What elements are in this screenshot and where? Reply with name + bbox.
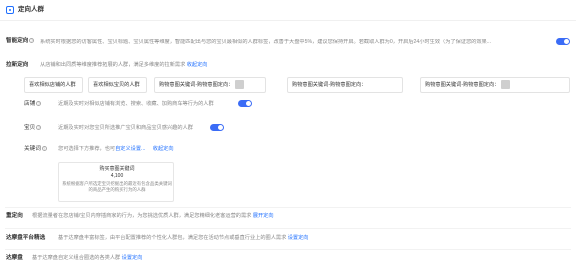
keyword-desc: 您可选择下方推荐，也可自定义设置... 收起定向 bbox=[58, 146, 174, 153]
platform-set-link[interactable]: 设置定向 bbox=[288, 235, 309, 241]
help-icon[interactable]: ? bbox=[41, 146, 47, 152]
retarget-row: 重定向 bbox=[6, 213, 23, 220]
targeting-panel: 定向人群 智能定向? 系统实时根据您的访客属性、宝贝标题、宝贝属性等维度，智能匹… bbox=[0, 0, 576, 267]
chip-intent-2[interactable]: 购物意图关键词-购物意图定向： bbox=[287, 77, 403, 93]
retarget-desc-text: 根据流量者在您店铺/宝贝内穿插商家的行为，为您挑选优质人群，满足您精细化老客运营… bbox=[32, 213, 252, 219]
help-icon[interactable]: ? bbox=[29, 38, 35, 44]
card-title: 购买意图关键词 bbox=[99, 166, 135, 172]
keyword-desc-text: 您可选择下方推荐，也可 bbox=[58, 146, 116, 152]
keyword-targeting-label: 拉新定向 bbox=[6, 62, 29, 68]
target-icon bbox=[6, 6, 14, 14]
keyword-targeting-desc: 从店铺和出同质等维度推荐拓展的人群，满足多维度的拉新需求 收起定向 bbox=[40, 62, 207, 69]
smart-desc: 系统实时根据您的访客属性、宝贝标题、宝贝属性等维度，智能匹配出与您的宝贝最相似的… bbox=[40, 39, 492, 45]
smart-row: 智能定向? bbox=[6, 38, 35, 45]
intent-keyword-card[interactable]: 购买意图关键词 4,100 系统根据客户所选定宝贝挖掘出的最近有包含品类关键词 … bbox=[58, 162, 174, 202]
platform-desc-text: 基于达摩盘丰富标签，由平台配置推荐的个性化人群包，满足您在活动节点或垂直行业上的… bbox=[58, 235, 287, 241]
shop-toggle[interactable] bbox=[238, 100, 252, 107]
custom-settings-link[interactable]: 自定义设置... bbox=[115, 146, 145, 152]
redacted-icon bbox=[235, 80, 245, 90]
shop-desc: 近期及实时对相似店铺有浏览、搜索、收藏、加购商车等行为的人群 bbox=[58, 101, 214, 107]
expand-retarget-link[interactable]: 展开定向 bbox=[253, 213, 274, 219]
redacted-icon bbox=[501, 80, 511, 90]
chip-intent-1[interactable]: 购物意图关键词-购物意图定向： bbox=[154, 77, 266, 93]
chip-intent-3[interactable]: 购物意图关键词-购物意图定向： bbox=[420, 77, 570, 93]
chip-label: 购物意图关键词-购物意图定向： bbox=[159, 82, 234, 88]
item-desc: 近期及实时对您宝贝所选推广宝贝和商品宝贝感兴趣的人群 bbox=[58, 125, 193, 131]
shop-row: 店铺? bbox=[24, 101, 42, 108]
section-divider bbox=[5, 249, 571, 250]
platform-desc: 基于达摩盘丰富标签，由平台配置推荐的个性化人群包，满足您在活动节点或垂直行业上的… bbox=[58, 235, 308, 242]
dmp-label: 达摩盘 bbox=[6, 255, 23, 261]
card-value: 4,100 bbox=[110, 173, 124, 179]
page-title: 定向人群 bbox=[18, 6, 44, 13]
keyword-label: 关键词 bbox=[24, 146, 41, 152]
section-divider bbox=[5, 207, 571, 208]
chip-similar-item[interactable]: 喜欢相似宝贝的人群 bbox=[88, 77, 147, 93]
retarget-desc: 根据流量者在您店铺/宝贝内穿插商家的行为，为您挑选优质人群，满足您精细化老客运营… bbox=[32, 213, 274, 220]
section-divider bbox=[5, 228, 571, 229]
shop-label: 店铺 bbox=[24, 101, 36, 107]
dmp-desc: 基于达摩盘自定义组合圈选的各类人群 设置定向 bbox=[32, 255, 142, 262]
chip-label: 喜欢相似店铺的人群 bbox=[29, 82, 76, 88]
chip-label: 购物意图关键词-购物意图定向： bbox=[292, 82, 367, 88]
help-icon[interactable]: ? bbox=[36, 101, 42, 107]
platform-row: 达摩盘平台精选 bbox=[6, 235, 45, 242]
item-toggle[interactable] bbox=[210, 124, 224, 131]
chip-similar-shop[interactable]: 喜欢相似店铺的人群 bbox=[24, 77, 83, 93]
help-icon[interactable]: ? bbox=[36, 125, 42, 131]
platform-label: 达摩盘平台精选 bbox=[6, 235, 46, 241]
chip-label: 喜欢相似宝贝的人群 bbox=[93, 82, 140, 88]
dmp-set-link[interactable]: 设置定向 bbox=[122, 255, 143, 261]
retarget-label: 重定向 bbox=[6, 213, 23, 219]
header-divider bbox=[0, 20, 576, 21]
item-label: 宝贝 bbox=[24, 125, 36, 131]
smart-toggle[interactable] bbox=[556, 38, 570, 45]
smart-label: 智能定向 bbox=[6, 38, 29, 44]
card-desc-1: 系统根据客户所选定宝贝挖掘出的最近有包含品类关键词 bbox=[62, 181, 172, 186]
collapse-keyword-link[interactable]: 收起定向 bbox=[153, 146, 174, 152]
chip-label: 购物意图关键词-购物意图定向： bbox=[425, 82, 500, 88]
item-row: 宝贝? bbox=[24, 125, 42, 132]
keyword-row: 关键词? bbox=[24, 146, 47, 153]
collapse-link[interactable]: 收起定向 bbox=[187, 62, 208, 68]
card-desc-2: 的商品产生的购买行为的人群 bbox=[88, 187, 146, 192]
keyword-targeting-row: 拉新定向 bbox=[6, 62, 28, 69]
keyword-targeting-desc-text: 从店铺和出同质等维度推荐拓展的人群，满足多维度的拉新需求 bbox=[40, 62, 186, 68]
dmp-desc-text: 基于达摩盘自定义组合圈选的各类人群 bbox=[32, 255, 121, 261]
dmp-row: 达摩盘 bbox=[6, 255, 23, 262]
